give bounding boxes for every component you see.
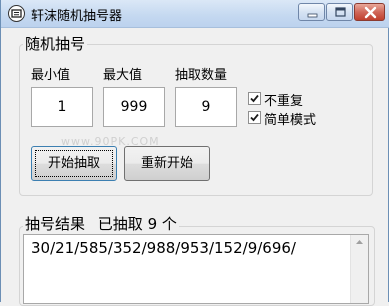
result-label: 抽号结果 <box>25 215 86 233</box>
maximize-icon <box>335 7 346 17</box>
count-input[interactable]: 9 <box>175 87 237 127</box>
start-button[interactable]: 开始抽取 <box>31 146 117 181</box>
result-group-legend: 抽号结果 已抽取 9 个 <box>23 213 179 234</box>
max-input[interactable]: 999 <box>103 87 165 127</box>
app-window: 轩沫随机抽号器 随机抽号 最小值 最大值 抽取数量 1 999 9 不重复 简单… <box>0 0 389 306</box>
max-label: 最大值 <box>103 68 143 83</box>
minimize-button[interactable] <box>298 3 325 21</box>
no-repeat-label[interactable]: 不重复 <box>264 90 303 109</box>
min-input[interactable]: 1 <box>31 87 93 127</box>
count-label: 抽取数量 <box>175 68 228 83</box>
min-label: 最小值 <box>31 68 71 83</box>
checkmark-icon <box>250 113 259 122</box>
result-status: 已抽取 9 个 <box>97 215 177 233</box>
result-textarea[interactable]: 30/21/585/352/988/953/152/9/696/ <box>23 234 369 304</box>
checkmark-icon <box>250 94 259 103</box>
close-icon <box>364 6 377 19</box>
result-numbers: 30/21/585/352/988/953/152/9/696/ <box>31 239 296 257</box>
settings-group-legend: 随机抽号 <box>23 33 88 54</box>
restart-button[interactable]: 重新开始 <box>124 146 210 181</box>
simple-mode-label[interactable]: 简单模式 <box>264 109 316 128</box>
vertical-scrollbar[interactable] <box>350 235 368 303</box>
window-title: 轩沫随机抽号器 <box>31 9 123 24</box>
seal-icon <box>8 5 25 22</box>
maximize-button[interactable] <box>326 3 353 21</box>
scroll-up-icon[interactable] <box>351 235 368 249</box>
simple-mode-checkbox[interactable] <box>248 111 261 124</box>
minimize-icon <box>307 13 318 18</box>
close-button[interactable] <box>354 3 385 21</box>
no-repeat-checkbox[interactable] <box>248 92 261 105</box>
title-bar[interactable]: 轩沫随机抽号器 <box>1 0 389 28</box>
